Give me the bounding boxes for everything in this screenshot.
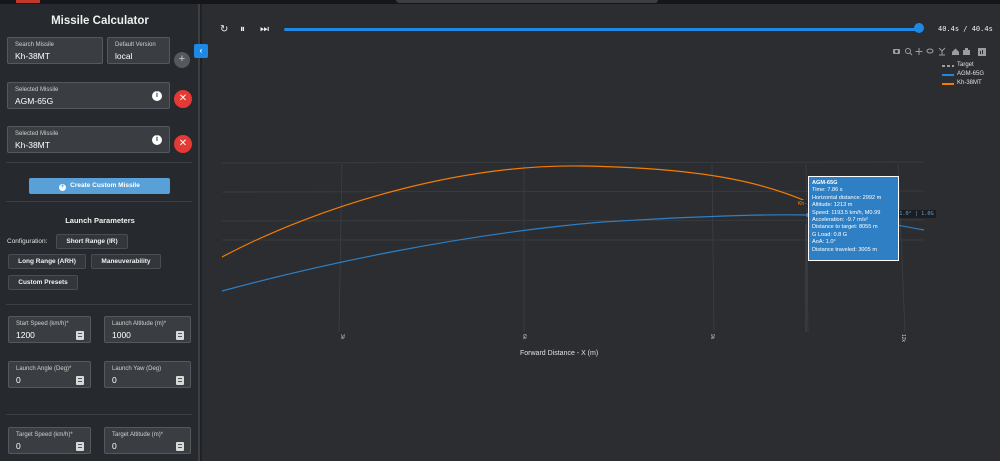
tooltip-line: Acceleration: -9.7 m/s² [812, 217, 868, 224]
selected-missile-label: Selected Missile [15, 131, 59, 137]
default-version-select[interactable]: Default Version local [107, 37, 170, 64]
add-missile-button[interactable]: + [174, 52, 190, 68]
default-version-label: Default Version [115, 42, 156, 48]
brand-mark [16, 0, 40, 3]
tooltip-line: Distance traveled: 3005 m [812, 246, 877, 253]
gridline [338, 163, 343, 333]
launch-parameters-title: Launch Parameters [65, 216, 135, 225]
x-tick-label: 9k [709, 334, 715, 340]
start-speed-label: Start Speed (km/h)* [16, 321, 69, 327]
launch-yaw-input[interactable]: Launch Yaw (Deg) 0 [104, 361, 191, 388]
tooltip-line: Distance to target: 8055 m [812, 224, 878, 231]
search-missile-label: Search Missile [15, 42, 55, 48]
launch-yaw-label: Launch Yaw (Deg) [112, 366, 162, 372]
tooltip-line: Horizontal distance: 2992 m [812, 194, 882, 201]
target-altitude-label: Target Altitude (m)* [112, 432, 164, 438]
hover-tooltip: AGM-65G Time: 7.86 s Horizontal distance… [808, 176, 899, 261]
stepper-icon[interactable] [176, 331, 184, 340]
start-speed-value[interactable]: 1200 [16, 330, 35, 340]
target-speed-label: Target Speed (km/h)* [16, 432, 73, 438]
target-speed-value[interactable]: 0 [16, 441, 21, 451]
tooltip-line: Time: 7.86 s [812, 187, 843, 194]
launch-altitude-label: Launch Altitude (m)* [112, 321, 167, 327]
selected-missile-field-1[interactable]: Selected Missile AGM-65G i [7, 82, 170, 109]
divider [6, 304, 192, 305]
info-icon[interactable]: i [152, 135, 162, 145]
preset-short-range[interactable]: Short Range (IR) [56, 234, 128, 249]
sidebar: Missile Calculator Search Missile Kh-38M… [0, 4, 200, 461]
stepper-icon[interactable] [76, 331, 84, 340]
x-axis-title: Forward Distance - X (m) [520, 350, 599, 357]
series-kh38mt-line [221, 165, 883, 258]
selected-missile-label: Selected Missile [15, 87, 59, 93]
stepper-icon[interactable] [176, 442, 184, 451]
launch-angle-label: Launch Angle (Deg)* [16, 366, 72, 372]
x-tick-label: 3k [339, 334, 345, 340]
info-icon[interactable]: i [152, 91, 162, 101]
search-missile-input[interactable]: Kh-38MT [15, 51, 50, 61]
start-speed-input[interactable]: Start Speed (km/h)* 1200 [8, 316, 91, 343]
divider [6, 201, 192, 202]
launch-angle-input[interactable]: Launch Angle (Deg)* 0 [8, 361, 91, 388]
remove-missile-button-2[interactable]: ✕ [174, 135, 192, 153]
target-speed-input[interactable]: Target Speed (km/h)* 0 [8, 427, 91, 454]
gridline [221, 161, 925, 164]
remove-missile-button-1[interactable]: ✕ [174, 90, 192, 108]
selected-missile-value: Kh-38MT [15, 140, 50, 150]
launch-yaw-value[interactable]: 0 [112, 375, 117, 385]
x-tick-label: 12k [900, 334, 906, 343]
target-altitude-input[interactable]: Target Altitude (m)* 0 [104, 427, 191, 454]
browser-tab-edge [396, 0, 658, 3]
launch-altitude-input[interactable]: Launch Altitude (m)* 1000 [104, 316, 191, 343]
tooltip-line: AoA: 1.0° [812, 239, 836, 246]
search-missile-field[interactable]: Search Missile Kh-38MT [7, 37, 103, 64]
preset-maneuverability[interactable]: Maneuverability [91, 254, 161, 269]
tooltip-line: G Load: 0.8 G [812, 231, 848, 238]
sidebar-title: Missile Calculator [51, 15, 149, 27]
launch-altitude-value[interactable]: 1000 [112, 330, 131, 340]
collapse-sidebar-button[interactable]: ‹ [194, 44, 208, 58]
launch-angle-value[interactable]: 0 [16, 375, 21, 385]
create-custom-missile-label: Create Custom Missile [70, 182, 140, 189]
gridline [711, 163, 715, 333]
stepper-icon[interactable] [76, 376, 84, 385]
configuration-label: Configuration: [7, 238, 48, 245]
plus-circle-icon: + [59, 184, 67, 191]
x-tick-label: 6k [521, 334, 527, 340]
stepper-icon[interactable] [76, 442, 84, 451]
divider [6, 414, 192, 415]
selected-missile-field-2[interactable]: Selected Missile Kh-38MT i [7, 126, 170, 153]
selected-missile-value: AGM-65G [15, 96, 54, 106]
default-version-value: local [115, 51, 133, 61]
tooltip-line: Speed: 1193.5 km/h, M0.99 [812, 209, 881, 216]
gridline [897, 163, 906, 333]
preset-custom[interactable]: Custom Presets [8, 275, 78, 290]
target-altitude-value[interactable]: 0 [112, 441, 117, 451]
tooltip-title: AGM-65G [812, 180, 838, 186]
stepper-icon[interactable] [176, 376, 184, 385]
tooltip-line: Altitude: 1213 m [812, 202, 853, 209]
divider [6, 162, 192, 163]
main-panel: ↻ ⏸ ⏭ 40.4s / 40.4s Target AGM-65G Kh-38… [202, 4, 1000, 461]
create-custom-missile-button[interactable]: + Create Custom Missile [29, 178, 170, 194]
preset-long-range[interactable]: Long Range (ARH) [8, 254, 86, 269]
